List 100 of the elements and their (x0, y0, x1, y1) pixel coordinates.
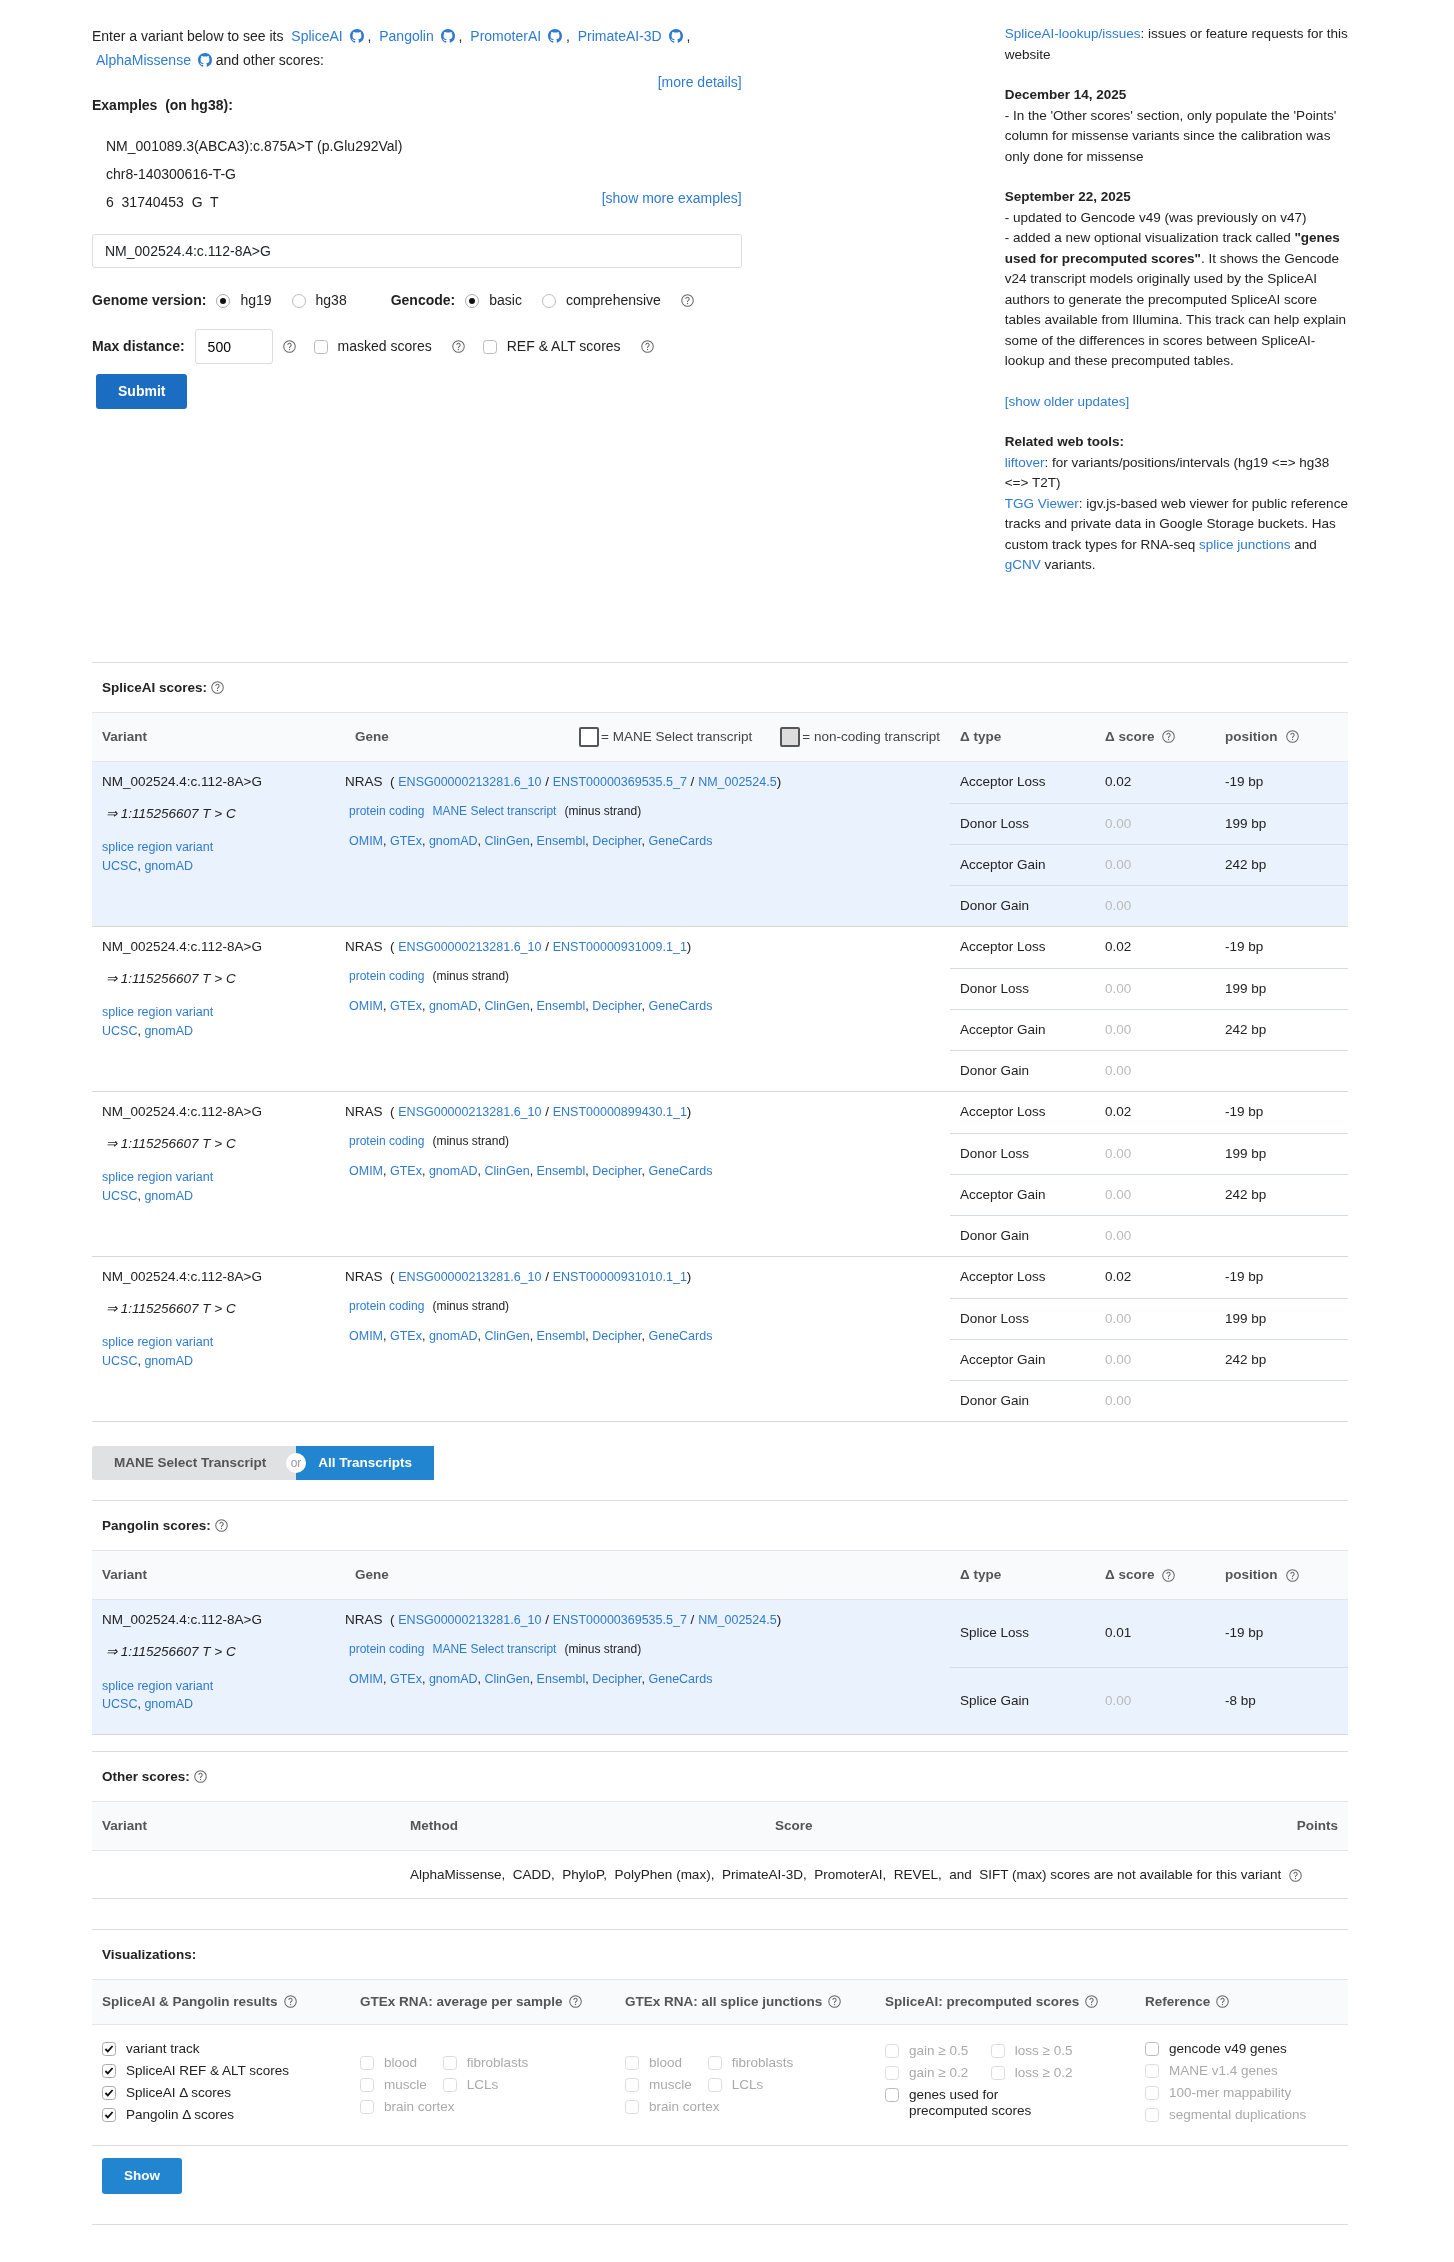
checkbox[interactable] (1145, 2041, 1159, 2056)
link[interactable]: GeneCards (648, 999, 713, 1013)
link[interactable]: ClinGen (484, 1672, 530, 1687)
comma-text: , (477, 1329, 482, 1343)
tool-link[interactable]: SpliceAI (291, 28, 364, 44)
tag-link[interactable]: protein coding (349, 1299, 425, 1313)
link[interactable]: GeneCards (648, 834, 713, 848)
link[interactable]: gnomAD (428, 834, 478, 848)
paren-text: ) (686, 1268, 692, 1284)
tool-link[interactable]: AlphaMissense (96, 52, 212, 68)
link[interactable]: ClinGen (484, 999, 530, 1013)
link[interactable]: gCNV (1004, 557, 1041, 572)
link[interactable]: GTEx (390, 1164, 422, 1178)
position-text: -19 bp (1225, 1103, 1264, 1122)
link[interactable]: GTEx (390, 999, 422, 1013)
link[interactable]: ClinGen (484, 834, 530, 848)
consequence-link[interactable]: splice region variant (102, 1005, 214, 1020)
transcript-link[interactable]: NM_002524.5 (698, 774, 777, 789)
transcript-link[interactable]: ENSG00000213281.6_10 (398, 1269, 542, 1284)
transcript-link[interactable]: ENST00000369535.5_7 (552, 774, 687, 789)
radio-button[interactable] (291, 293, 306, 308)
link[interactable]: OMIM (349, 1329, 384, 1343)
link[interactable]: splice junctions (1199, 536, 1291, 552)
transcript-link[interactable]: ENSG00000213281.6_10 (398, 939, 542, 954)
checkbox[interactable] (313, 339, 328, 354)
transcript-link[interactable]: ENST00000899430.1_1 (552, 1104, 687, 1119)
consequence-link[interactable]: splice region variant (102, 1170, 214, 1185)
example-link[interactable]: 6 31740453 G T (106, 188, 219, 216)
link[interactable]: gnomAD (428, 1672, 478, 1687)
tool-link[interactable]: Pangolin (379, 28, 455, 44)
link[interactable]: gnomAD (144, 1697, 193, 1712)
distance-input[interactable]: 500 (194, 329, 273, 364)
link[interactable]: gnomAD (144, 1189, 193, 1203)
link[interactable]: gnomAD (144, 859, 193, 873)
tag-link[interactable]: protein coding (349, 1134, 425, 1148)
link[interactable]: OMIM (349, 999, 384, 1013)
update-heading: December 14, 2025 (1004, 86, 1128, 104)
link[interactable]: liftover (1004, 454, 1045, 470)
position-text: 242 bp (1225, 1020, 1267, 1039)
link[interactable]: SpliceAI-lookup/issues (1004, 26, 1141, 41)
link[interactable]: Decipher (592, 1329, 642, 1343)
show-more-link[interactable]: [show more examples] (601, 188, 742, 216)
tag-link[interactable]: MANE Select transcript (432, 1642, 557, 1657)
link[interactable]: ClinGen (484, 1329, 530, 1343)
link[interactable]: GTEx (390, 1329, 422, 1343)
link[interactable]: OMIM (349, 1672, 384, 1687)
link[interactable]: GeneCards (648, 1164, 713, 1178)
submit-button[interactable]: Submit (96, 374, 188, 409)
transcript-link[interactable]: ENST00000931010.1_1 (552, 1269, 687, 1284)
example-link[interactable]: NM_001089.3(ABCA3):c.875A>T (p.Glu292Val) (106, 132, 403, 160)
comma-text: , (383, 1672, 388, 1687)
tag-link[interactable]: MANE Select transcript (432, 804, 557, 818)
transcript-link[interactable]: ENST00000369535.5_7 (552, 1613, 687, 1627)
link[interactable]: [show older updates] (1004, 393, 1130, 409)
example-link[interactable]: chr8-140300616-T-G (106, 160, 236, 188)
tag-link[interactable]: protein coding (349, 804, 425, 818)
link[interactable]: GeneCards (648, 1329, 713, 1343)
checkbox[interactable] (102, 2041, 116, 2056)
checkbox[interactable] (102, 2085, 116, 2100)
radio-button[interactable] (465, 293, 480, 308)
more-details-link[interactable]: [more details] (657, 74, 742, 90)
link[interactable]: gnomAD (144, 1024, 193, 1038)
checkbox[interactable] (482, 339, 497, 354)
link[interactable]: Decipher (592, 834, 642, 848)
tag-link[interactable]: protein coding (349, 1642, 425, 1657)
link[interactable]: OMIM (349, 834, 384, 848)
link[interactable]: GeneCards (648, 1672, 713, 1687)
radio-button[interactable] (541, 293, 556, 308)
link[interactable]: gnomAD (428, 999, 478, 1013)
show-button[interactable]: Show (102, 2157, 182, 2194)
score-text: 0.02 (1105, 1268, 1132, 1287)
field-label: Genome version: (92, 291, 207, 310)
tag-link[interactable]: protein coding (349, 969, 425, 983)
transcript-link[interactable]: NM_002524.5 (698, 1613, 777, 1627)
checkbox[interactable] (885, 2087, 899, 2102)
link[interactable]: OMIM (349, 1164, 384, 1178)
checkbox[interactable] (102, 2063, 116, 2078)
link[interactable]: ClinGen (484, 1164, 530, 1178)
consequence-link[interactable]: splice region variant (102, 840, 214, 855)
comma-text: , (641, 999, 647, 1013)
variant-input[interactable]: NM_002524.4:c.112-8A>G (92, 234, 742, 268)
consequence-link[interactable]: splice region variant (102, 1335, 214, 1350)
link[interactable]: Decipher (592, 999, 642, 1013)
tool-link[interactable]: PromoterAI (470, 28, 562, 44)
transcript-link[interactable]: ENST00000931009.1_1 (552, 939, 687, 954)
link[interactable]: TGG Viewer (1004, 495, 1079, 511)
link[interactable]: gnomAD (428, 1164, 478, 1178)
radio-button[interactable] (216, 293, 231, 308)
transcript-link[interactable]: ENSG00000213281.6_10 (398, 1613, 542, 1627)
link[interactable]: Decipher (592, 1164, 642, 1178)
checkbox[interactable] (102, 2107, 116, 2122)
link[interactable]: Decipher (592, 1672, 642, 1687)
consequence-link[interactable]: splice region variant (102, 1678, 214, 1693)
link[interactable]: GTEx (390, 1672, 422, 1687)
transcript-link[interactable]: ENSG00000213281.6_10 (398, 1104, 542, 1119)
tool-link[interactable]: PrimateAI-3D (577, 28, 683, 44)
link[interactable]: GTEx (390, 834, 422, 848)
link[interactable]: gnomAD (144, 1354, 193, 1368)
transcript-link[interactable]: ENSG00000213281.6_10 (398, 774, 542, 789)
link[interactable]: gnomAD (428, 1329, 478, 1343)
